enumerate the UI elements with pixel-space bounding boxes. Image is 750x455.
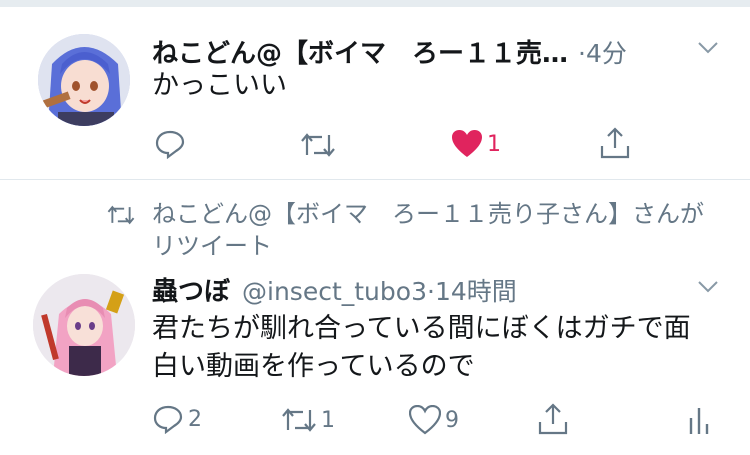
timestamp[interactable]: 14時間 xyxy=(435,272,517,308)
retweet-context-icon xyxy=(107,205,135,225)
retweet-count: 1 xyxy=(321,407,335,433)
avatar-image xyxy=(38,34,130,126)
like-button[interactable]: 9 xyxy=(409,405,459,435)
share-icon xyxy=(600,127,630,159)
share-button[interactable] xyxy=(537,402,569,436)
tweet-1[interactable]: ねこどん@【ボイマ ろー１１売… · 4分 かっこいい 1 xyxy=(0,7,750,179)
tweet-text: 君たちが馴れ合っている間にぼくはガチで面白い動画を作っているので xyxy=(152,313,691,382)
heart-icon xyxy=(452,130,482,157)
reply-icon xyxy=(155,130,185,159)
analytics-icon xyxy=(689,408,709,434)
timestamp[interactable]: 4分 xyxy=(586,34,627,70)
display-name[interactable]: 蟲つぼ xyxy=(152,271,230,308)
tweet-text: かっこいい xyxy=(152,70,287,101)
handle[interactable]: @insect_tubo3 xyxy=(242,277,427,306)
like-count: 9 xyxy=(445,407,459,433)
reply-icon xyxy=(153,405,183,434)
reply-button[interactable] xyxy=(154,129,190,159)
tweet-header: ねこどん@【ボイマ ろー１１売… · 4分 xyxy=(152,33,712,69)
analytics-button[interactable] xyxy=(688,404,710,436)
chevron-down-icon[interactable] xyxy=(697,40,719,59)
like-count: 1 xyxy=(487,131,501,157)
dot-separator: · xyxy=(578,39,586,68)
top-strip xyxy=(0,0,750,7)
retweet-context-text: ねこどん@【ボイマ ろー１１売り子さん】さんがリツイート xyxy=(152,200,704,260)
reply-count: 2 xyxy=(188,406,202,432)
avatar-image xyxy=(33,274,135,376)
dot-separator: · xyxy=(426,277,435,306)
retweet-icon xyxy=(282,408,316,432)
heart-outline-icon xyxy=(409,405,441,435)
share-button[interactable] xyxy=(599,126,631,160)
retweet-button[interactable] xyxy=(300,131,340,159)
reply-button[interactable]: 2 xyxy=(152,404,202,434)
share-icon xyxy=(538,403,568,435)
tweet-header: 蟲つぼ @insect_tubo3 · 14時間 xyxy=(152,271,692,308)
tweet-2[interactable]: ねこどん@【ボイマ ろー１１売り子さん】さんがリツイート 蟲つぼ @insect… xyxy=(0,180,750,455)
avatar[interactable] xyxy=(38,34,130,126)
retweet-icon xyxy=(301,133,335,157)
display-name[interactable]: ねこどん@【ボイマ ろー１１売… xyxy=(152,33,568,70)
retweet-button[interactable]: 1 xyxy=(281,406,335,434)
like-button[interactable]: 1 xyxy=(451,129,501,159)
avatar[interactable] xyxy=(33,274,135,376)
chevron-down-icon[interactable] xyxy=(697,279,719,298)
